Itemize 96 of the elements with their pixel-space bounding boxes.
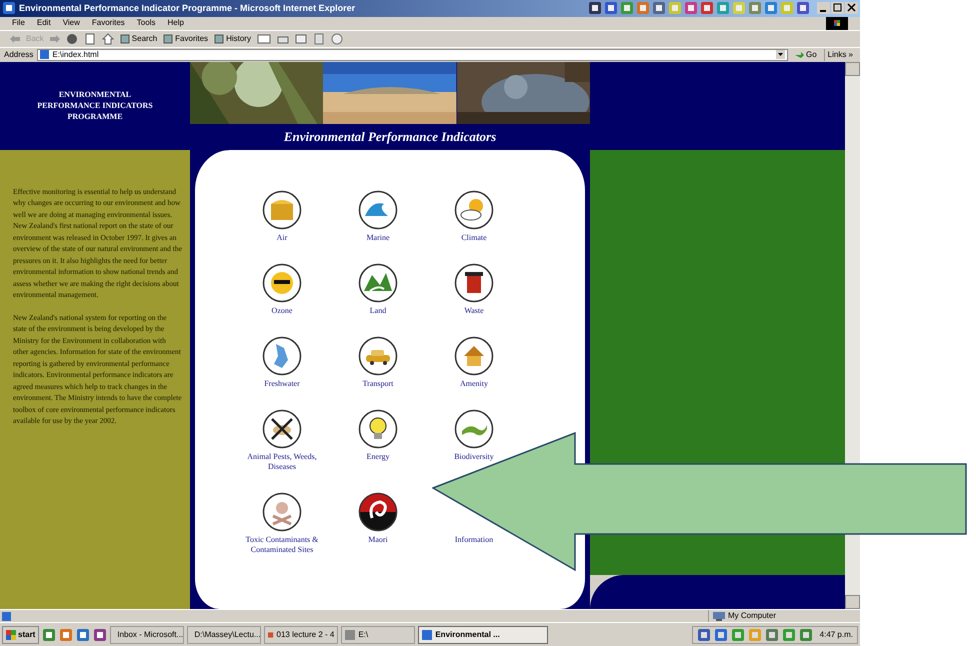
indicator-link[interactable]: Climate xyxy=(461,232,487,243)
menu-item[interactable]: Help xyxy=(167,17,184,30)
close-icon[interactable] xyxy=(845,2,858,14)
toolbar-button[interactable]: History xyxy=(214,32,251,45)
house-icon[interactable] xyxy=(454,336,494,376)
indicator-link[interactable]: Energy xyxy=(366,452,390,462)
page-icon xyxy=(40,50,50,60)
sunglasses-sun-icon[interactable] xyxy=(262,262,302,303)
app-icon xyxy=(345,630,356,640)
app-shortcut-icon xyxy=(620,1,634,16)
indicator-link[interactable]: Toxic Contaminants & Contaminated Sites xyxy=(234,534,330,555)
app-shortcut-icon xyxy=(668,1,682,16)
page-icon xyxy=(2,612,11,621)
tray-icon xyxy=(782,628,796,642)
indicator-link[interactable]: Freshwater xyxy=(264,378,300,389)
hills-icon[interactable] xyxy=(358,262,398,303)
address-label: Address xyxy=(4,48,34,61)
app-shortcut-icon xyxy=(604,1,618,16)
skull-crossbones-icon[interactable] xyxy=(262,492,302,532)
menu-item[interactable]: Edit xyxy=(36,17,51,30)
app-shortcut-icon xyxy=(588,1,602,16)
taskbar-button[interactable]: D:\Massey\Lectu... xyxy=(187,626,262,644)
tray-icon xyxy=(730,628,745,642)
minimize-icon[interactable] xyxy=(817,2,830,14)
sun-cloud-icon[interactable] xyxy=(454,190,494,230)
go-arrow-icon xyxy=(794,50,804,60)
home-icon[interactable] xyxy=(102,32,114,45)
taskbar-button[interactable]: Inbox - Microsoft... xyxy=(110,626,184,644)
menu-item[interactable]: File xyxy=(12,17,25,30)
wave-icon[interactable] xyxy=(358,190,398,230)
crossed-out-animal-icon[interactable] xyxy=(262,408,302,449)
tray-icon xyxy=(748,628,762,642)
menu-item[interactable]: View xyxy=(62,17,80,30)
zone-text: My Computer xyxy=(728,610,776,622)
window-title: Environmental Performance Indicator Programme - Microsoft Internet Explorer xyxy=(19,2,356,15)
logo-text: ENVIRONMENTAL xyxy=(58,89,132,100)
indicator-link[interactable]: Waste xyxy=(464,306,484,316)
app-shortcut-icon xyxy=(716,1,730,16)
indicator-link[interactable]: Marine xyxy=(366,232,390,243)
light-bulb-icon[interactable] xyxy=(358,408,398,449)
computer-icon xyxy=(713,612,725,621)
tray-icon xyxy=(798,628,813,642)
trash-bin-icon[interactable] xyxy=(454,262,494,303)
menu-item[interactable]: Favorites xyxy=(92,17,125,30)
logo-text: PROGRAMME xyxy=(67,111,123,122)
start-button[interactable]: start xyxy=(2,626,40,644)
clock: 4:47 p.m. xyxy=(820,628,853,641)
toolbar-icon xyxy=(214,34,224,44)
toolbar-icon xyxy=(163,34,174,44)
tray-icon xyxy=(764,628,779,642)
indicator-link[interactable]: Maori xyxy=(368,534,388,545)
app-shortcut-icon xyxy=(684,1,698,16)
tray-icon xyxy=(696,628,711,642)
windows-logo-icon xyxy=(826,16,848,30)
taskbar-button[interactable]: E:\ xyxy=(341,626,416,644)
app-icon xyxy=(422,630,432,640)
tray-icon xyxy=(714,628,728,642)
app-shortcut-icon xyxy=(796,1,810,16)
indicator-link[interactable]: Animal Pests, Weeds, Diseases xyxy=(234,452,330,472)
toolbar-button[interactable]: Favorites xyxy=(163,32,208,45)
app-icon xyxy=(268,630,274,640)
indicator-link[interactable]: Information xyxy=(454,534,494,545)
app-shortcut-icon xyxy=(780,1,794,16)
address-field[interactable]: E:\index.html xyxy=(37,48,788,61)
app-shortcut-icon xyxy=(732,1,746,16)
links-button[interactable]: Links » xyxy=(824,48,856,61)
quick-launch-icon xyxy=(59,628,74,642)
indicator-link[interactable]: Biodiversity xyxy=(454,452,494,462)
dropdown-icon[interactable] xyxy=(776,50,785,60)
indicator-link[interactable]: Amenity xyxy=(460,378,488,389)
app-shortcut-icon xyxy=(652,1,666,16)
menu-item[interactable]: Tools xyxy=(136,17,156,30)
indicator-link[interactable]: Land xyxy=(370,306,386,316)
indicator-link[interactable]: Air xyxy=(276,232,288,243)
banner-title: Environmental Performance Indicators xyxy=(282,128,498,146)
toolbar-icon xyxy=(120,34,130,44)
app-shortcut-icon xyxy=(748,1,762,16)
app-shortcut-icon xyxy=(700,1,714,16)
app-shortcut-icon xyxy=(764,1,778,16)
toolbar-button[interactable]: Search xyxy=(120,32,158,45)
maximize-icon[interactable] xyxy=(831,2,844,14)
app-shortcut-icon xyxy=(636,1,650,16)
go-button[interactable]: Go xyxy=(792,48,820,61)
back-arrow-icon xyxy=(10,34,20,43)
browser-icon xyxy=(2,1,16,16)
logo-text: PERFORMANCE INDICATORS xyxy=(37,100,153,112)
indicator-link[interactable]: Transport xyxy=(362,378,394,389)
quick-launch-icon xyxy=(76,628,90,642)
spiral-icon[interactable] xyxy=(358,492,398,532)
indicator-link[interactable]: Ozone xyxy=(272,306,292,316)
car-icon[interactable] xyxy=(358,336,398,376)
taskbar-button[interactable]: Environmental ... xyxy=(418,626,548,644)
quick-launch-icon xyxy=(93,628,108,642)
windows-logo-icon xyxy=(6,630,16,640)
taskbar-button[interactable]: 013 lecture 2 - 4 xyxy=(264,626,338,644)
quick-launch-icon xyxy=(42,628,56,642)
